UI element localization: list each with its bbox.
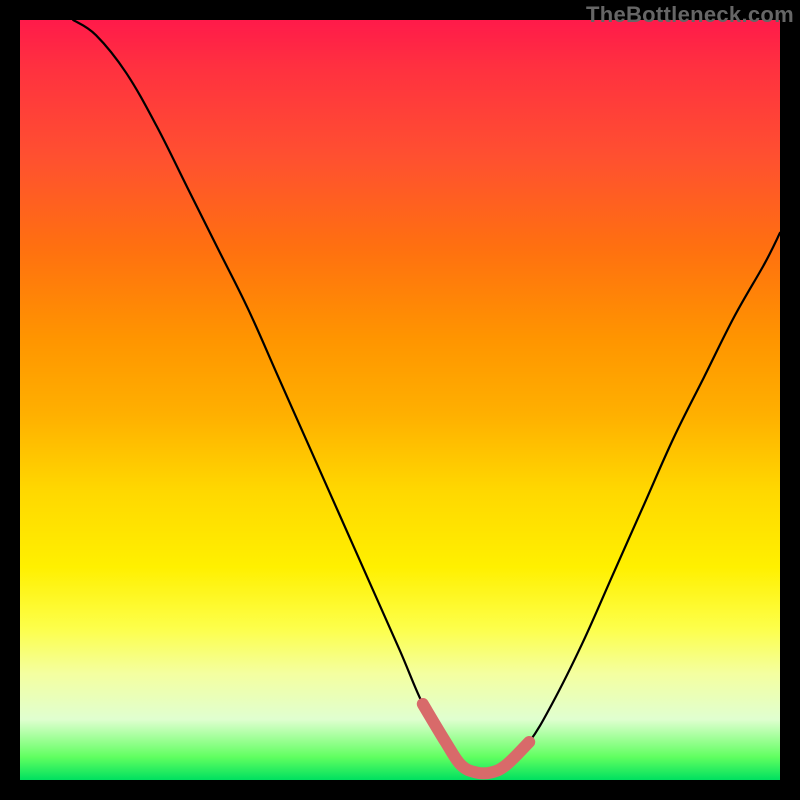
plot-area xyxy=(20,20,780,780)
watermark-text: TheBottleneck.com xyxy=(586,2,794,28)
background-gradient xyxy=(20,20,780,780)
chart-frame: TheBottleneck.com xyxy=(0,0,800,800)
